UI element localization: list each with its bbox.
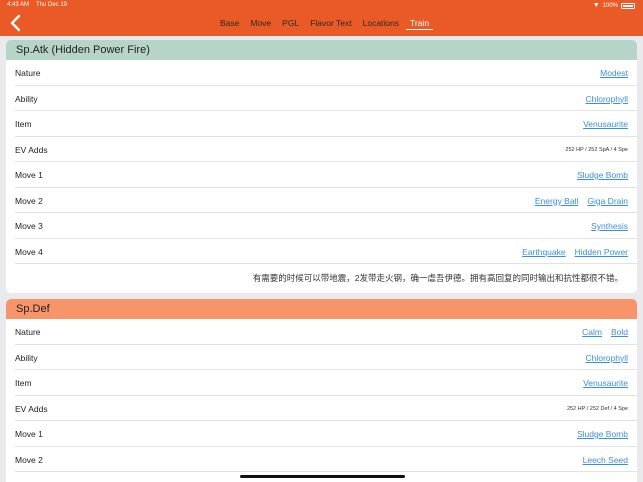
home-indicator	[240, 475, 405, 478]
tab-train[interactable]: Train	[406, 18, 434, 30]
stat-row: Item Venusaurite	[15, 370, 637, 396]
value-link[interactable]: Venusaurite	[583, 378, 628, 388]
tab-locations[interactable]: Locations	[363, 18, 399, 30]
row-values: Sludge Bomb	[577, 170, 628, 180]
row-values: Calm Bold	[582, 327, 628, 337]
stat-row: Move 4 Earthquake Hidden Power	[15, 239, 637, 264]
value-link[interactable]: Energy Ball	[535, 196, 578, 206]
build-card-spatk: Sp.Atk (Hidden Power Fire) Nature Modest A…	[6, 40, 637, 293]
row-values: Venusaurite	[583, 119, 628, 129]
ev-spread: 252 HP / 252 SpA / 4 Spe	[565, 146, 628, 153]
value-link[interactable]: Calm	[582, 327, 602, 337]
tab-pgl[interactable]: PGL	[282, 18, 299, 30]
row-label: Nature	[15, 68, 41, 78]
row-values: Venusaurite	[583, 378, 628, 388]
status-time: 4:43 AM	[7, 2, 30, 8]
row-values: Chlorophyll	[585, 94, 628, 104]
value-link[interactable]: Hidden Power	[575, 247, 628, 257]
row-values: 252 HP / 252 Def / 4 Spe	[567, 404, 628, 412]
row-values: Sludge Bomb	[577, 429, 628, 439]
row-label: Move 2	[15, 454, 43, 465]
tab-flavor-text[interactable]: Flavor Text	[310, 18, 351, 30]
row-label: Item	[15, 119, 32, 129]
value-link[interactable]: Earthquake	[522, 247, 565, 257]
stat-row: Item Venusaurite	[15, 111, 637, 137]
row-values: Synthesis	[591, 221, 628, 231]
row-label: EV Adds	[15, 144, 48, 155]
row-label: Move 1	[15, 170, 43, 180]
row-label: Move 1	[15, 429, 43, 439]
tab-bar: Base Move PGL Flavor Text Locations Trai…	[220, 18, 444, 30]
row-label: Move 3	[15, 221, 43, 231]
row-values: Earthquake Hidden Power	[522, 247, 628, 257]
stat-row: Move 1 Sludge Bomb	[15, 421, 637, 447]
value-link[interactable]: Chlorophyll	[585, 353, 628, 363]
stat-row: EV Adds 252 HP / 252 Def / 4 Spe	[15, 396, 637, 421]
stat-row: Move 2 Leech Seed	[15, 447, 637, 472]
value-link[interactable]: Giga Drain	[587, 196, 628, 206]
value-link[interactable]: Leech Seed	[583, 455, 628, 465]
stat-row: EV Adds 252 HP / 252 SpA / 4 Spe	[15, 137, 637, 162]
value-link[interactable]: Sludge Bomb	[577, 429, 628, 439]
row-label: EV Adds	[15, 403, 48, 414]
build-card-spdef: Sp.Def Nature Calm Bold Ability Chlorophyll I…	[6, 299, 637, 482]
status-date: Thu Dec 19	[36, 2, 68, 8]
stat-row: Ability Chlorophyll	[15, 345, 637, 370]
row-label: Move 2	[15, 195, 43, 206]
tab-move[interactable]: Move	[250, 18, 271, 30]
row-label: Ability	[15, 352, 38, 363]
row-values: Energy Ball Giga Drain	[535, 196, 628, 206]
stat-row: Move 2 Energy Ball Giga Drain	[15, 188, 637, 213]
battery-percent: 100%	[602, 2, 618, 9]
tab-base[interactable]: Base	[220, 18, 239, 30]
value-link[interactable]: Synthesis	[591, 221, 628, 231]
row-values: Chlorophyll	[585, 353, 628, 363]
row-label: Ability	[15, 93, 38, 104]
wifi-icon: ▼	[592, 2, 600, 9]
back-chevron-icon[interactable]	[8, 14, 24, 32]
battery-icon	[621, 2, 635, 9]
value-link[interactable]: Venusaurite	[583, 119, 628, 129]
row-values: 252 HP / 252 SpA / 4 Spe	[565, 145, 628, 153]
row-label: Item	[15, 378, 32, 388]
value-link[interactable]: Chlorophyll	[585, 94, 628, 104]
stat-row: Move 1 Sludge Bomb	[15, 162, 637, 188]
status-indicators: ▼ 100%	[593, 2, 635, 9]
stat-row: Ability Chlorophyll	[15, 86, 637, 111]
value-link[interactable]: Bold	[611, 327, 628, 337]
stat-row: Move 3 Synthesis	[15, 213, 637, 239]
row-values: Modest	[600, 68, 628, 78]
row-label: Nature	[15, 327, 41, 337]
stat-row: Nature Calm Bold	[15, 319, 637, 345]
build-note: 有需要的时候可以带地震，2发带走火钢，确一虐吾伊德。拥有高回复的同时输出和抗性都…	[252, 273, 623, 283]
ev-spread: 252 HP / 252 Def / 4 Spe	[566, 405, 628, 412]
value-link[interactable]: Modest	[600, 68, 628, 78]
stat-row: Nature Modest	[15, 60, 637, 86]
nav-bar: 4:43 AM Thu Dec 19 ▼ 100% Base Move PGL …	[0, 0, 643, 36]
build-title: Sp.Atk (Hidden Power Fire)	[6, 40, 637, 60]
build-title: Sp.Def	[6, 299, 637, 319]
row-label: Move 4	[15, 246, 43, 257]
row-values: Leech Seed	[583, 455, 628, 465]
value-link[interactable]: Sludge Bomb	[577, 170, 628, 180]
